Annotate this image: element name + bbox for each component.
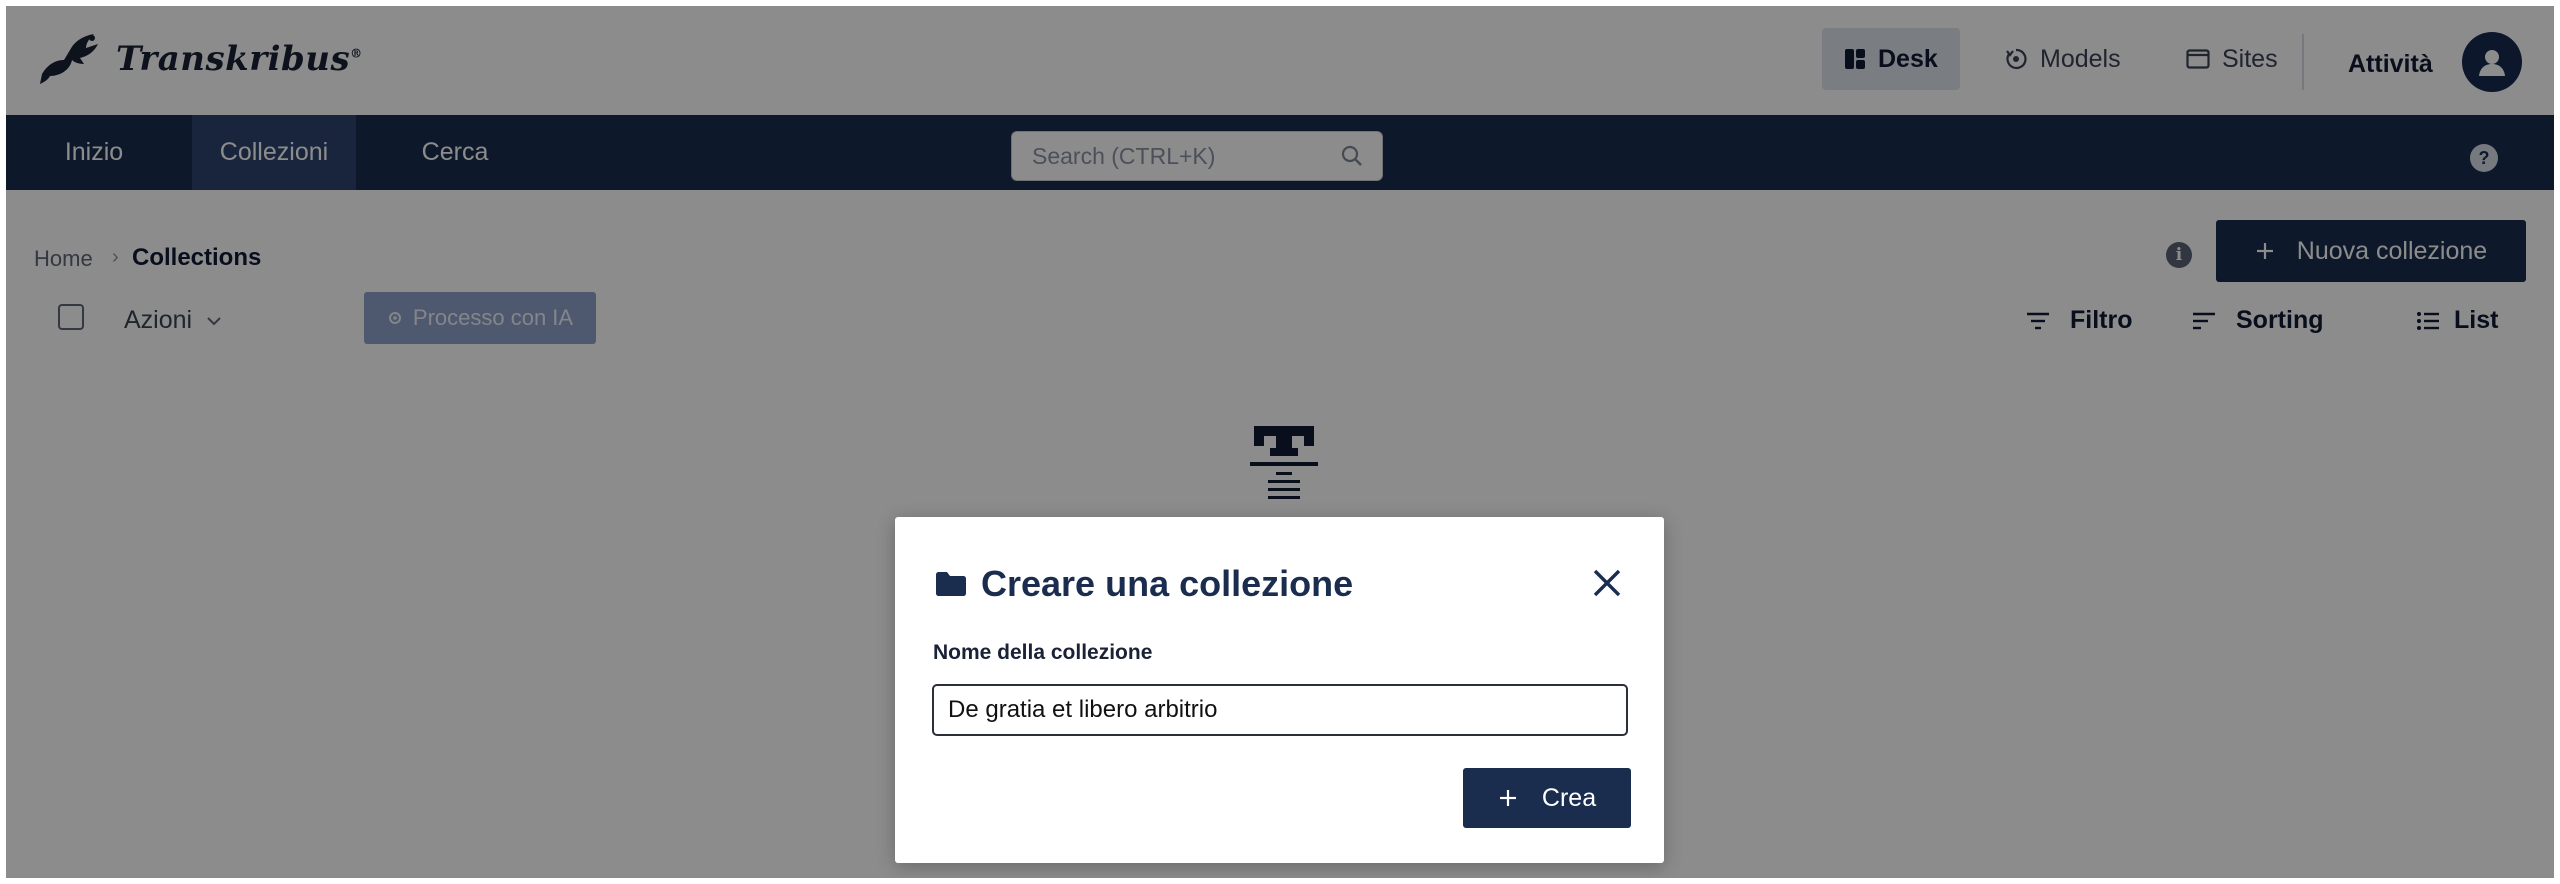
create-collection-dialog: Creare una collezione Nome della collezi… [895, 517, 1664, 863]
collection-name-label: Nome della collezione [933, 641, 1153, 664]
plus-icon [1499, 790, 1516, 806]
folder-icon [936, 572, 966, 596]
dialog-title: Creare una collezione [935, 563, 1353, 605]
close-icon [1593, 569, 1621, 597]
create-button-label: Crea [1541, 783, 1597, 812]
collection-name-input[interactable] [932, 684, 1628, 736]
close-button[interactable] [1589, 565, 1625, 601]
dialog-title-text: Creare una collezione [981, 563, 1354, 604]
app-window: Transkribus® Desk Models Sites Attività … [6, 6, 2554, 878]
create-button[interactable]: Crea [1463, 768, 1631, 828]
